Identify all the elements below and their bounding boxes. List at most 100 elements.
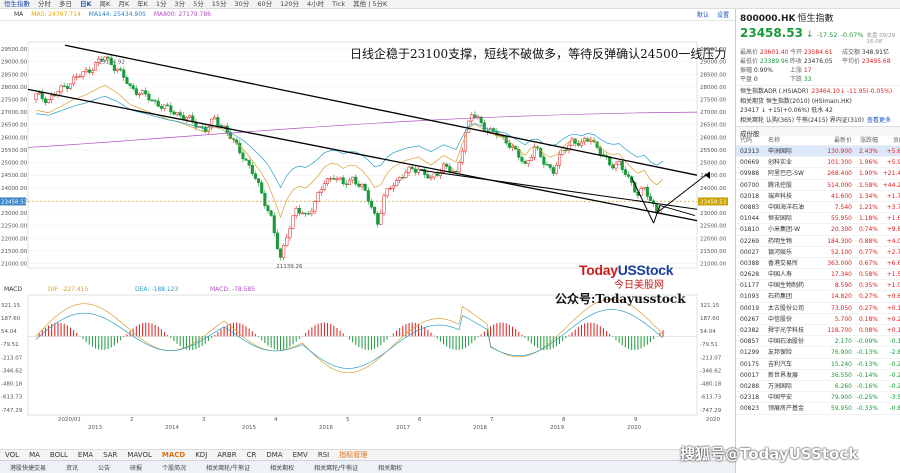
period-tab[interactable]: 120分: [276, 0, 303, 9]
price-tick-left: 25000.00: [1, 161, 28, 167]
period-tab[interactable]: 4小时: [303, 0, 328, 9]
status-bar-item[interactable]: 相关期权: [368, 463, 412, 472]
indicator-tab[interactable]: MAVOL: [122, 451, 156, 459]
table-cell: 01299: [740, 349, 760, 357]
table-row[interactable]: 00017 新世界发展 36.550 -0.14% -0.20: [736, 370, 900, 381]
period-tab[interactable]: 3分: [170, 0, 189, 9]
table-row[interactable]: 00669 创科实业 101.300 1.96% +5.94: [736, 157, 900, 169]
indicator-tab[interactable]: MA: [24, 451, 45, 459]
table-row[interactable]: 00700 腾讯控股 514.000 1.58% +44.28: [736, 180, 900, 191]
candle-body: [144, 90, 148, 95]
candle-body: [373, 206, 377, 214]
table-row[interactable]: 00388 香港交易所 363.000 0.67% +6.67: [736, 258, 900, 270]
ma-label[interactable]: MA: [14, 11, 23, 18]
symbol-tab[interactable]: 恒生指數: [0, 0, 34, 9]
candle-body: [263, 192, 267, 206]
table-cell: +3.76: [886, 203, 900, 211]
month-label: 5: [346, 417, 350, 423]
indicator-tab[interactable]: EMV: [288, 451, 313, 459]
candle-body: [626, 174, 631, 177]
period-tab[interactable]: 多日: [55, 0, 76, 9]
table-row[interactable]: 02318 中国平安 79.900 -0.25% -3.51: [736, 392, 900, 404]
period-tab[interactable]: 5分: [189, 0, 208, 9]
indicator-tab[interactable]: CR: [242, 451, 262, 459]
indicator-tab[interactable]: RSI: [313, 451, 334, 459]
indicator-tab[interactable]: SAR: [98, 451, 122, 459]
status-bar-item[interactable]: 港股快捷交易: [0, 463, 56, 472]
table-cell: 7.540: [834, 203, 852, 211]
candle-body: [260, 182, 264, 194]
table-row[interactable]: 00883 中国海洋石油 7.540 1.21% +3.76: [736, 202, 900, 214]
candle-body: [457, 162, 461, 173]
related-link[interactable]: 相关期货 恒生指数(2010) (HSImain.HK): [740, 97, 896, 107]
table-row[interactable]: 02628 中国人寿 17.340 0.58% +1.55: [736, 269, 900, 281]
kline-chart[interactable]: 29500.0029500.0029000.0029000.0028500.00…: [0, 21, 735, 449]
table-cell: 118.700: [827, 327, 852, 334]
period-tab[interactable]: 30分: [231, 0, 254, 9]
quote-stat: 振幅 0.90%: [740, 67, 773, 74]
table-row[interactable]: 01299 友邦保险 76.900 -0.13% -2.89: [736, 347, 900, 359]
indicator-tab[interactable]: 指标管理: [334, 450, 372, 460]
period-tab[interactable]: Tick: [328, 0, 349, 9]
table-row[interactable]: 01177 中国生物制药 8.590 0.35% +1.00: [736, 280, 900, 292]
period-tab[interactable]: 周K: [96, 0, 115, 9]
table-cell: 创科实业: [768, 159, 793, 167]
period-tab[interactable]: 分时: [34, 0, 55, 9]
candle-body: [620, 161, 624, 170]
table-row[interactable]: 02382 舜宇光学科技 118.700 0.08% +0.19: [736, 325, 900, 337]
column-header[interactable]: 代码: [740, 136, 768, 146]
table-row[interactable]: 00019 太古股份公司 73.050 0.27% +0.16: [736, 303, 900, 314]
table-row[interactable]: 01093 石药集团 14.820 0.27% +0.60: [736, 291, 900, 303]
table-row[interactable]: 00027 银河娱乐 52.100 0.77% +2.70: [736, 247, 900, 258]
table-row[interactable]: 09988 阿里巴巴-SW 268.400 1.90% +21.48: [736, 168, 900, 180]
status-bar-item[interactable]: 研报: [120, 463, 152, 472]
period-tab[interactable]: 60分: [253, 0, 276, 9]
table-row[interactable]: 01044 恒安国际 55.950 1.18% +1.65: [736, 213, 900, 225]
period-tab[interactable]: 15分: [208, 0, 231, 9]
table-row[interactable]: 00288 万洲国际 6.260 -0.16% -0.29: [736, 381, 900, 393]
indicator-tab[interactable]: EMA: [73, 451, 98, 459]
period-tab[interactable]: 年K: [133, 0, 152, 9]
table-cell: 02382: [740, 327, 760, 334]
indicator-tab[interactable]: MACD: [157, 451, 190, 459]
table-row[interactable]: 02018 瑞声科技 41.600 1.34% +1.70: [736, 191, 900, 202]
status-bar-item[interactable]: 相关窝轮/牛熊证: [304, 463, 368, 472]
candle-body: [451, 170, 455, 173]
column-header[interactable]: 名称: [768, 136, 820, 146]
indicator-tab[interactable]: VOL: [0, 451, 24, 459]
status-bar-item[interactable]: 公告: [88, 463, 120, 472]
column-header[interactable]: 贡献: [878, 136, 900, 146]
table-row[interactable]: 01810 小米集团-W 20.300 0.74% +9.81: [736, 224, 900, 236]
kline-chart-area[interactable]: 29500.00 29500.00 29000.00 29000.00 28500.00…: [0, 21, 735, 449]
period-tab[interactable]: 其他 | 5分K: [349, 0, 391, 9]
table-row[interactable]: 00857 中国石油股份 2.170 -0.09% -0.15: [736, 336, 900, 348]
ma144-label: MA144: 25434.905: [88, 11, 146, 18]
related-link[interactable]: 23417 ↓ +15(+0.06%) 低水 42: [740, 106, 896, 116]
column-header[interactable]: 涨跌幅: [852, 136, 878, 146]
candle-body: [473, 114, 477, 118]
status-bar-item[interactable]: 个股简况: [152, 463, 196, 472]
period-tab[interactable]: 月K: [114, 0, 133, 9]
indicator-tab[interactable]: BOLL: [45, 451, 73, 459]
table-row[interactable]: 02269 药明生物 184.300 0.88% +4.07: [736, 236, 900, 247]
table-row[interactable]: 00267 中信股份 5.700 0.18% +0.29: [736, 314, 900, 325]
default-button[interactable]: 默认: [697, 10, 709, 19]
related-link[interactable]: 恒生指数ADR (.HSIADR) 23464.10↓ -11.95(-0.05%…: [740, 87, 896, 97]
period-tab[interactable]: 1分: [152, 0, 171, 9]
status-bar-item[interactable]: 相关期权: [260, 463, 304, 472]
column-header[interactable]: 最新价: [820, 136, 852, 146]
indicator-tab[interactable]: KDJ: [190, 451, 212, 459]
table-row[interactable]: 02313 申洲国际 130.900 2.43% +5.69: [736, 146, 900, 158]
table-row[interactable]: 00175 吉利汽车 15.240 -0.13% -0.24: [736, 359, 900, 370]
status-bar-item[interactable]: 相关窝轮/牛熊证: [196, 463, 260, 472]
indicator-tab[interactable]: DMA: [261, 451, 287, 459]
table-cell: -0.13%: [856, 349, 878, 357]
related-link[interactable]: 相关窝轮 认购(365) 牛熊(2415) 界内证(310) 查看更多: [740, 116, 896, 126]
candle-body: [72, 76, 76, 85]
price-tick-left: 29500.00: [1, 47, 28, 53]
indicator-tab[interactable]: ARBR: [212, 451, 241, 459]
table-row[interactable]: 00823 领展房产基金 59.950 -0.33% -0.88: [736, 403, 900, 415]
settings-button[interactable]: 设置: [717, 10, 735, 19]
status-bar-item[interactable]: 资讯: [56, 463, 88, 472]
period-tab[interactable]: 日K: [76, 0, 96, 9]
